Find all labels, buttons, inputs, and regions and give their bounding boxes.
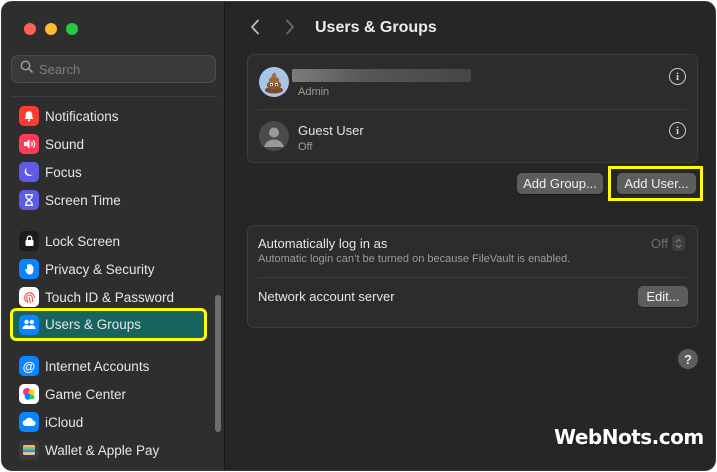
add-group-button[interactable]: Add Group... [517, 173, 603, 194]
zoom-button[interactable] [66, 23, 78, 35]
sidebar-item-label: Users & Groups [45, 317, 142, 332]
settings-window: Notifications Sound Focus Screen Time Lo… [1, 1, 716, 471]
search-icon [20, 60, 33, 78]
users-list: Admin i Guest User Off i [247, 54, 698, 163]
at-icon: @ [19, 356, 39, 376]
sidebar-item-label: Focus [45, 164, 82, 180]
sidebar-item-label: Touch ID & Password [45, 289, 175, 305]
game-center-icon [19, 384, 39, 404]
watermark: WebNots.com [554, 425, 704, 449]
auto-login-select[interactable]: Off [651, 235, 685, 251]
sidebar-item-label: Sound [45, 136, 85, 152]
redacted-username [292, 69, 471, 82]
user-row-admin[interactable]: Admin i [248, 55, 697, 109]
sidebar-item-privacy-security[interactable]: Privacy & Security [12, 255, 205, 283]
guest-avatar [259, 121, 289, 151]
forward-button[interactable] [282, 19, 298, 39]
minimize-button[interactable] [45, 23, 57, 35]
search-box[interactable] [11, 55, 216, 83]
sidebar-item-screen-time[interactable]: Screen Time [12, 186, 205, 214]
sidebar-item-users-groups[interactable]: Users & Groups [10, 308, 207, 341]
sidebar-item-label: Screen Time [45, 192, 121, 208]
search-input[interactable] [39, 61, 199, 77]
window-controls [24, 23, 78, 35]
row-divider [258, 277, 687, 278]
auto-login-label: Automatically log in as [258, 236, 388, 251]
edit-button[interactable]: Edit... [638, 286, 688, 307]
emoji-avatar [259, 67, 289, 97]
page-title: Users & Groups [315, 19, 437, 36]
sidebar-scrollbar[interactable] [215, 295, 221, 432]
sidebar-item-label: Game Center [45, 386, 127, 402]
user-name: Guest User [298, 123, 364, 138]
sidebar-item-label: Notifications [45, 108, 119, 124]
network-server-label: Network account server [258, 289, 395, 304]
sidebar-item-sound[interactable]: Sound [12, 130, 205, 158]
chevron-left-icon [250, 19, 260, 40]
chevron-right-icon [285, 19, 295, 40]
sidebar-item-touch-id[interactable]: Touch ID & Password [12, 283, 205, 311]
info-icon[interactable]: i [669, 68, 686, 85]
sidebar-item-label: Internet Accounts [45, 358, 150, 374]
fingerprint-icon [19, 287, 39, 307]
sidebar-item-notifications[interactable]: Notifications [12, 102, 205, 130]
toolbar: Users & Groups [226, 2, 715, 54]
sidebar-item-game-center[interactable]: Game Center [12, 380, 205, 408]
auto-login-value: Off [650, 235, 668, 251]
sidebar-divider [12, 96, 217, 97]
sidebar-item-wallet[interactable]: Wallet & Apple Pay [12, 436, 205, 464]
lock-icon [19, 231, 39, 251]
sidebar-item-icloud[interactable]: iCloud [12, 408, 205, 436]
hand-icon [19, 259, 39, 279]
sidebar: Notifications Sound Focus Screen Time Lo… [2, 2, 225, 470]
sidebar-item-internet-accounts[interactable]: @ Internet Accounts [12, 352, 205, 380]
moon-icon [19, 162, 39, 182]
close-button[interactable] [24, 23, 36, 35]
cloud-icon [19, 412, 39, 432]
sidebar-item-label: Wallet & Apple Pay [45, 442, 160, 458]
add-user-button[interactable]: Add User... [617, 173, 696, 194]
sidebar-item-label: iCloud [45, 414, 84, 430]
hourglass-icon [19, 190, 39, 210]
sidebar-item-lock-screen[interactable]: Lock Screen [12, 227, 205, 255]
login-options: Automatically log in as Automatic login … [247, 225, 698, 328]
user-role: Admin [298, 86, 330, 98]
sidebar-item-focus[interactable]: Focus [12, 158, 205, 186]
user-row-guest[interactable]: Guest User Off i [248, 110, 697, 164]
sidebar-item-label: Lock Screen [45, 233, 121, 249]
wallet-icon [19, 440, 39, 460]
auto-login-hint: Automatic login can’t be turned on becau… [258, 253, 571, 265]
back-button[interactable] [247, 19, 263, 39]
users-icon [19, 314, 39, 335]
stepper-icon [672, 235, 685, 251]
help-button[interactable]: ? [678, 349, 698, 369]
info-icon[interactable]: i [669, 122, 686, 139]
speaker-icon [19, 134, 39, 154]
bell-icon [19, 106, 39, 126]
sidebar-item-label: Privacy & Security [45, 261, 155, 277]
user-status: Off [298, 141, 313, 153]
